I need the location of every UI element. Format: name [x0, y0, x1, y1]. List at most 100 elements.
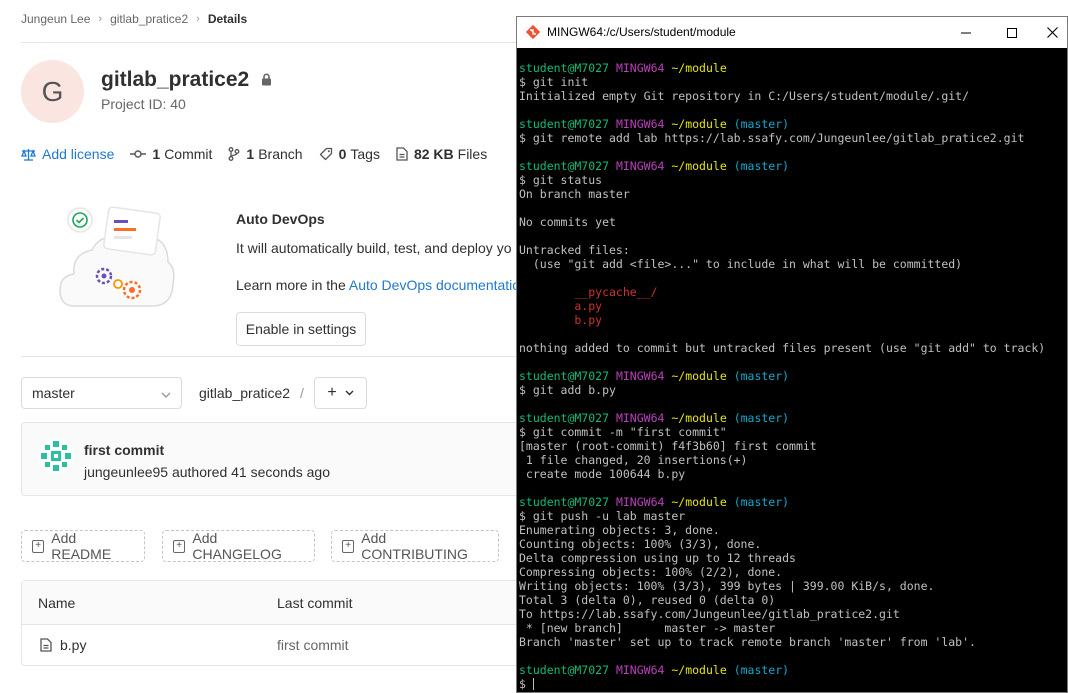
file-last-commit[interactable]: first commit — [277, 637, 349, 653]
tags-stat[interactable]: 0 Tags — [319, 146, 380, 162]
terminal-line: Enumerating objects: 3, done. — [519, 523, 720, 537]
terminal-line: To https://lab.ssafy.com/Jungeunlee/gitl… — [519, 607, 900, 621]
plus-icon: + — [327, 384, 337, 401]
chevron-right-icon: › — [196, 13, 200, 25]
terminal-line: __pycache__/ — [519, 285, 1067, 299]
breadcrumb-current[interactable]: Details — [208, 12, 247, 26]
branch-dropdown[interactable]: master — [21, 377, 182, 409]
terminal-line: $ git init — [519, 75, 589, 89]
terminal-window[interactable]: MINGW64:/c/Users/student/module student@… — [516, 16, 1068, 693]
prompt-user: student@M7027 — [519, 117, 610, 131]
plus-square-icon: + — [342, 539, 355, 553]
branch-icon — [228, 147, 240, 161]
enable-in-settings-button[interactable]: Enable in settings — [236, 312, 366, 346]
prompt-user: student@M7027 — [519, 61, 610, 75]
close-button[interactable] — [1035, 17, 1068, 48]
devops-illustration-icon — [56, 198, 176, 318]
prompt-path: ~/module — [671, 369, 727, 383]
breadcrumb-project[interactable]: gitlab_pratice2 — [110, 12, 188, 26]
terminal-line: On branch master — [519, 187, 630, 201]
commits-stat[interactable]: 1 Commit — [130, 146, 212, 162]
branches-stat[interactable]: 1 Branch — [228, 146, 303, 162]
file-icon — [40, 638, 52, 652]
plus-square-icon: + — [173, 539, 186, 553]
prompt-branch: (master) — [733, 117, 790, 131]
prompt-host: MINGW64 — [615, 159, 665, 173]
terminal-line: student@M7027 MINGW64 ~/module (master) — [519, 369, 1067, 383]
terminal-line: $ git remote add lab https://lab.ssafy.c… — [519, 131, 1025, 145]
untracked-file: __pycache__/ — [519, 285, 658, 299]
terminal-line: $ git commit -m "first commit" — [519, 425, 727, 439]
commit-meta: jungeunlee95 authored 41 seconds ago — [84, 464, 330, 480]
prompt-user: student@M7027 — [519, 159, 610, 173]
maximize-icon — [1007, 27, 1017, 38]
tag-icon — [319, 147, 332, 161]
commit-title[interactable]: first commit — [84, 442, 164, 458]
file-name[interactable]: b.py — [60, 637, 86, 653]
column-last-commit: Last commit — [277, 595, 353, 611]
close-icon — [1046, 27, 1058, 38]
files-stat[interactable]: 82 KB Files — [396, 146, 487, 162]
prompt-branch: (master) — [733, 663, 790, 677]
table-row[interactable]: b.py — [40, 637, 86, 653]
add-to-tree-button[interactable]: + — [314, 377, 367, 409]
breadcrumb-user[interactable]: Jungeun Lee — [21, 12, 90, 26]
terminal-lines: student@M7027 MINGW64 ~/module $ git init… — [517, 48, 1067, 691]
breadcrumb: Jungeun Lee › gitlab_pratice2 › Details — [21, 12, 247, 26]
prompt-branch: (master) — [733, 369, 790, 383]
project-title: gitlab_pratice2 — [101, 68, 272, 92]
prompt-user: student@M7027 — [519, 663, 610, 677]
divider — [21, 42, 521, 43]
terminal-line: $ git add b.py — [519, 383, 616, 397]
terminal-line: Branch 'master' set up to track remote b… — [519, 635, 976, 649]
git-bash-icon — [525, 24, 541, 44]
untracked-file: b.py — [519, 313, 603, 327]
add-changelog-button[interactable]: + Add CHANGELOG — [162, 530, 315, 562]
divider — [21, 356, 521, 357]
devops-learn-more: Learn more in the Auto DevOps documentat… — [236, 277, 521, 293]
add-readme-button[interactable]: + Add README — [21, 530, 145, 562]
repo-path[interactable]: gitlab_pratice2 — [199, 385, 290, 401]
chevron-down-icon — [345, 388, 354, 399]
terminal-line: Initialized empty Git repository in C:/U… — [519, 89, 970, 103]
prompt-user: student@M7027 — [519, 411, 610, 425]
prompt-host: MINGW64 — [615, 61, 665, 75]
minimize-button[interactable] — [943, 17, 989, 48]
terminal-line: Delta compression using up to 12 threads — [519, 551, 796, 565]
add-license-link[interactable]: Add license — [21, 146, 114, 162]
add-contributing-button[interactable]: + Add CONTRIBUTING — [331, 530, 499, 562]
chevron-down-icon — [161, 385, 171, 401]
prompt-path: ~/module — [671, 159, 727, 173]
prompt-path: ~/module — [671, 663, 727, 677]
maximize-button[interactable] — [989, 17, 1035, 48]
terminal-line: student@M7027 MINGW64 ~/module (master) — [519, 117, 1067, 131]
terminal-output[interactable]: student@M7027 MINGW64 ~/module $ git init… — [517, 48, 1067, 692]
path-separator: / — [300, 385, 304, 401]
project-name: gitlab_pratice2 — [101, 68, 250, 91]
prompt-path: ~/module — [671, 61, 727, 75]
column-name: Name — [38, 595, 76, 611]
project-id: Project ID: 40 — [101, 96, 186, 112]
window-titlebar[interactable]: MINGW64:/c/Users/student/module — [517, 17, 1067, 48]
project-avatar: G — [21, 60, 84, 123]
terminal-line: Counting objects: 100% (3/3), done. — [519, 537, 762, 551]
terminal-line: (use "git add <file>..." to include in w… — [519, 257, 963, 271]
devops-docs-link[interactable]: Auto DevOps documentatio — [349, 277, 520, 293]
terminal-line: Writing objects: 100% (3/3), 399 bytes |… — [519, 579, 935, 593]
prompt-host: MINGW64 — [615, 663, 665, 677]
terminal-line: student@M7027 MINGW64 ~/module (master) — [519, 159, 1067, 173]
terminal-line: $ git status — [519, 173, 603, 187]
table-header: Name Last commit — [22, 581, 540, 625]
minimize-icon — [961, 32, 971, 33]
terminal-line: create mode 100644 b.py — [519, 467, 686, 481]
prompt-host: MINGW64 — [615, 495, 665, 509]
user-identicon[interactable] — [39, 439, 73, 478]
prompt-branch: (master) — [733, 495, 790, 509]
